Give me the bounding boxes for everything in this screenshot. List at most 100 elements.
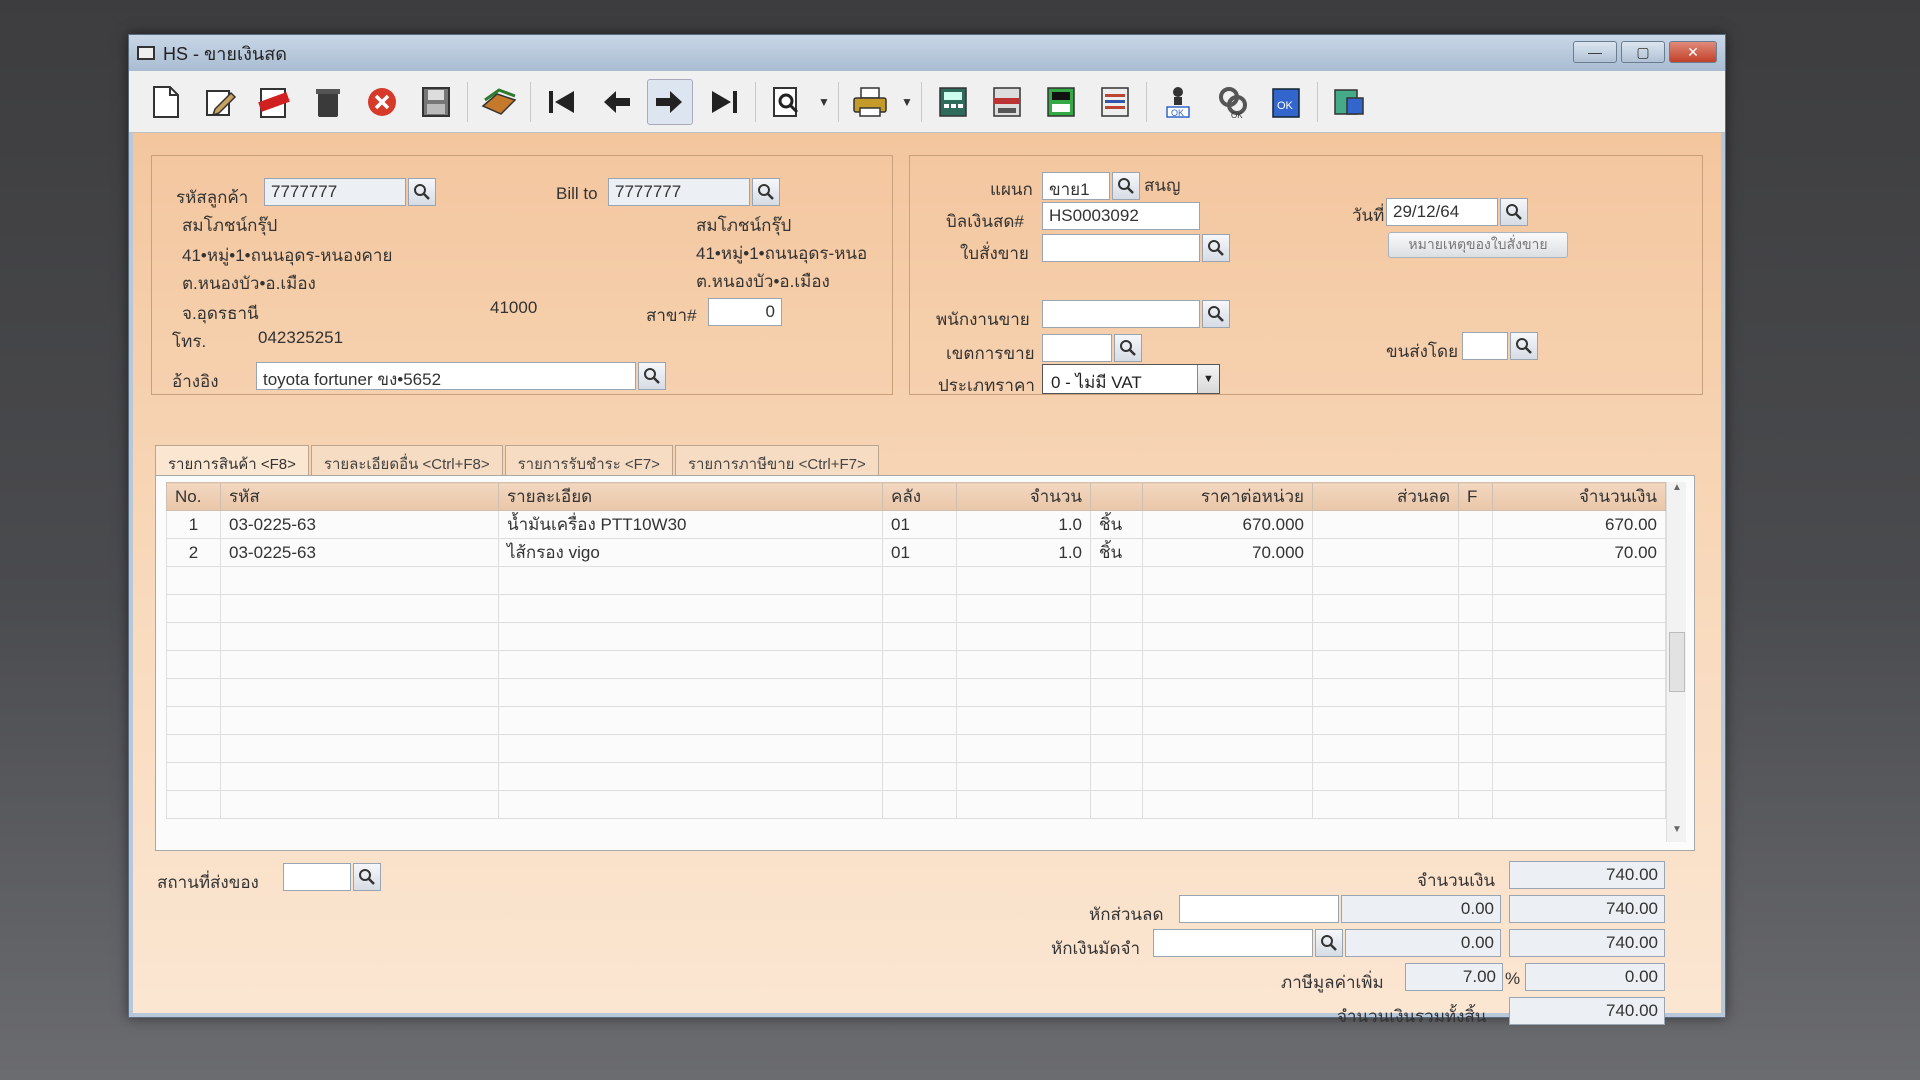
chevron-down-icon[interactable]: ▼ [1197, 365, 1219, 393]
report-icon[interactable] [1038, 79, 1084, 125]
search-dropdown-icon[interactable]: ▼ [818, 95, 830, 109]
save-icon[interactable] [413, 79, 459, 125]
col-flag[interactable]: F [1458, 482, 1493, 511]
date-input[interactable]: 29/12/64 [1386, 198, 1498, 226]
col-quantity[interactable]: จำนวน [956, 482, 1091, 511]
list-icon[interactable] [1092, 79, 1138, 125]
bill-to-input[interactable]: 7777777 [608, 178, 750, 206]
row-quantity[interactable]: 1.0 [956, 538, 1091, 567]
row-flag[interactable] [1458, 510, 1493, 539]
discount-amount[interactable]: 0.00 [1341, 895, 1501, 923]
empty-row[interactable] [166, 622, 1666, 651]
row-unit[interactable]: ชิ้น [1090, 510, 1143, 539]
customer-code-input[interactable]: 7777777 [264, 178, 406, 206]
row-code[interactable]: 03-0225-63 [220, 538, 499, 567]
new-document-icon[interactable] [143, 79, 189, 125]
reference-search-icon[interactable] [638, 362, 666, 390]
order-note-button[interactable]: หมายเหตุของใบสั่งขาย [1388, 232, 1568, 258]
ship-to-input[interactable] [283, 863, 351, 891]
sales-area-input[interactable] [1042, 334, 1112, 362]
maximize-button[interactable]: ▢ [1621, 41, 1665, 63]
close-button[interactable]: ✕ [1669, 41, 1717, 63]
col-warehouse[interactable]: คลัง [882, 482, 957, 511]
confirm-icon[interactable]: OK [1263, 79, 1309, 125]
row-description[interactable]: ไส้กรอง vigo [498, 538, 883, 567]
row-warehouse[interactable]: 01 [882, 538, 957, 567]
empty-row[interactable] [166, 566, 1666, 595]
customer-search-icon[interactable] [408, 178, 436, 206]
empty-row[interactable] [166, 594, 1666, 623]
delete-icon[interactable] [305, 79, 351, 125]
row-unit-price[interactable]: 70.000 [1142, 538, 1313, 567]
copy-icon[interactable] [476, 79, 522, 125]
discount-code-input[interactable] [1179, 895, 1339, 923]
empty-row[interactable] [166, 734, 1666, 763]
register-icon[interactable] [984, 79, 1030, 125]
bill-number-input[interactable]: HS0003092 [1042, 202, 1200, 230]
previous-record-icon[interactable] [593, 79, 639, 125]
void-icon[interactable] [251, 79, 297, 125]
tab-sales-tax[interactable]: รายการภาษีขาย <Ctrl+F7> [674, 445, 879, 475]
deposit-code-input[interactable] [1153, 929, 1313, 957]
grid-scrollbar[interactable]: ▲ ▼ [1666, 482, 1686, 842]
col-discount[interactable]: ส่วนลด [1312, 482, 1459, 511]
row-flag[interactable] [1458, 538, 1493, 567]
shipper-search-icon[interactable] [1510, 332, 1538, 360]
export-icon[interactable] [1326, 79, 1372, 125]
sales-order-search-icon[interactable] [1202, 234, 1230, 262]
last-record-icon[interactable] [701, 79, 747, 125]
minimize-button[interactable]: — [1573, 41, 1617, 63]
col-code[interactable]: รหัส [220, 482, 499, 511]
col-amount[interactable]: จำนวนเงิน [1492, 482, 1666, 511]
shipper-input[interactable] [1462, 332, 1508, 360]
approve-icon[interactable]: OK [1155, 79, 1201, 125]
ship-to-search-icon[interactable] [353, 863, 381, 891]
bill-to-search-icon[interactable] [752, 178, 780, 206]
deposit-amount[interactable]: 0.00 [1345, 929, 1501, 957]
col-unit-price[interactable]: ราคาต่อหน่วย [1142, 482, 1313, 511]
price-type-select[interactable]: 0 - ไม่มี VAT ▼ [1042, 364, 1220, 394]
col-unit[interactable] [1090, 482, 1143, 511]
department-search-icon[interactable] [1112, 172, 1140, 200]
scroll-down-icon[interactable]: ▼ [1667, 824, 1687, 842]
date-picker-icon[interactable] [1500, 198, 1528, 226]
row-unit[interactable]: ชิ้น [1090, 538, 1143, 567]
table-row[interactable]: 1 03-0225-63 น้ำมันเครื่อง PTT10W30 01 1… [166, 510, 1666, 539]
sales-area-search-icon[interactable] [1114, 334, 1142, 362]
branch-input[interactable]: 0 [708, 298, 782, 326]
approve-all-icon[interactable]: OK [1209, 79, 1255, 125]
row-quantity[interactable]: 1.0 [956, 510, 1091, 539]
calculator-icon[interactable] [930, 79, 976, 125]
col-description[interactable]: รายละเอียด [498, 482, 883, 511]
table-row[interactable]: 2 03-0225-63 ไส้กรอง vigo 01 1.0 ชิ้น 70… [166, 538, 1666, 567]
search-document-icon[interactable] [764, 79, 810, 125]
row-description[interactable]: น้ำมันเครื่อง PTT10W30 [498, 510, 883, 539]
row-warehouse[interactable]: 01 [882, 510, 957, 539]
salesman-input[interactable] [1042, 300, 1200, 328]
empty-row[interactable] [166, 650, 1666, 679]
empty-row[interactable] [166, 678, 1666, 707]
empty-row[interactable] [166, 790, 1666, 819]
print-icon[interactable] [847, 79, 893, 125]
col-no[interactable]: No. [166, 482, 221, 511]
tab-other-details[interactable]: รายละเอียดอื่น <Ctrl+F8> [310, 445, 503, 475]
row-unit-price[interactable]: 670.000 [1142, 510, 1313, 539]
sales-order-input[interactable] [1042, 234, 1200, 262]
empty-row[interactable] [166, 706, 1666, 735]
salesman-search-icon[interactable] [1202, 300, 1230, 328]
scroll-up-icon[interactable]: ▲ [1667, 482, 1687, 500]
vat-rate[interactable]: 7.00 [1405, 963, 1503, 991]
row-discount[interactable] [1312, 538, 1459, 567]
print-dropdown-icon[interactable]: ▼ [901, 95, 913, 109]
edit-icon[interactable] [197, 79, 243, 125]
reference-input[interactable]: toyota fortuner ขง•5652 [256, 362, 636, 390]
row-discount[interactable] [1312, 510, 1459, 539]
row-code[interactable]: 03-0225-63 [220, 510, 499, 539]
first-record-icon[interactable] [539, 79, 585, 125]
cancel-icon[interactable] [359, 79, 405, 125]
tab-payments[interactable]: รายการรับชำระ <F7> [504, 445, 673, 475]
tab-items[interactable]: รายการสินค้า <F8> [155, 445, 309, 475]
deposit-search-icon[interactable] [1315, 929, 1343, 957]
department-input[interactable]: ขาย1 [1042, 172, 1110, 200]
next-record-icon[interactable] [647, 78, 693, 125]
